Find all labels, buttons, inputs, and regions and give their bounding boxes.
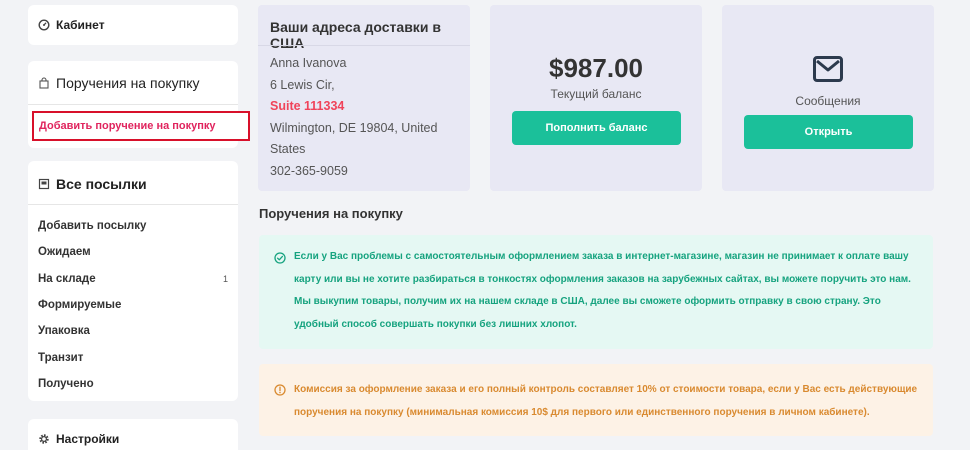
sidebar-item-received[interactable]: Получено (38, 371, 228, 397)
balance-amount: $987.00 (549, 53, 643, 83)
sidebar-item-label: Настройки (56, 432, 120, 446)
sidebar-item-warehouse[interactable]: На складе 1 (38, 266, 228, 292)
sidebar-item-label: Ожидаем (38, 246, 91, 259)
sidebar-item-label: Упаковка (38, 325, 90, 338)
sidebar-item-transit[interactable]: Транзит (38, 344, 228, 370)
info-alert-text: Если у Вас проблемы с самостоятельным оф… (294, 251, 911, 330)
divider (258, 45, 470, 46)
sidebar-section-title: Все посылки (38, 176, 147, 192)
check-circle-icon (274, 252, 286, 264)
address-suite: Suite 111334 (270, 99, 345, 113)
address-lines: Anna Ivanova 6 Lewis Cir, Suite 111334 W… (270, 53, 460, 182)
parcel-status-list: Добавить посылку Ожидаем На складе 1 Форм… (38, 213, 228, 397)
address-phone: 302-365-9059 (270, 163, 348, 178)
sidebar-item-label: На складе (38, 272, 96, 285)
balance-label: Текущий баланс (550, 87, 642, 101)
messages-card: Сообщения Открыть (722, 5, 934, 191)
sidebar-item-settings[interactable]: Настройки (38, 432, 119, 446)
divider (28, 204, 238, 205)
address-city: Wilmington, DE 19804, United States (270, 120, 438, 157)
info-circle-icon (274, 384, 286, 396)
sidebar-card-cabinet[interactable]: Кабинет (28, 5, 238, 45)
sidebar-item-label: Добавить посылку (38, 220, 147, 233)
top-up-balance-button[interactable]: Пополнить баланс (512, 111, 681, 145)
warning-alert: Комиссия за оформление заказа и его полн… (259, 364, 933, 436)
address-card: Ваши адреса доставки в США Anna Ivanova … (258, 5, 470, 191)
address-title: Ваши адреса доставки в США (270, 19, 441, 51)
dashboard-icon (38, 19, 50, 31)
sidebar-item-forming[interactable]: Формируемые (38, 292, 228, 318)
warning-alert-text: Комиссия за оформление заказа и его полн… (294, 384, 918, 418)
envelope-icon (813, 56, 843, 82)
box-icon (38, 178, 50, 190)
address-street: 6 Lewis Cir, (270, 77, 335, 92)
bag-icon (38, 77, 50, 89)
messages-label: Сообщения (795, 94, 861, 108)
open-messages-button[interactable]: Открыть (744, 115, 913, 149)
divider (28, 104, 238, 105)
sidebar-card-settings[interactable]: Настройки (28, 419, 238, 450)
sidebar-section-title: Поручения на покупку (38, 75, 200, 91)
info-alert: Если у Вас проблемы с самостоятельным оф… (259, 235, 933, 349)
gear-icon (38, 433, 50, 445)
add-order-link[interactable]: Добавить поручение на покупку (32, 111, 250, 141)
sidebar-item-add-parcel[interactable]: Добавить посылку (38, 213, 228, 239)
sidebar-section-label: Все посылки (56, 176, 147, 192)
sidebar-card-orders: Поручения на покупку Добавить поручение … (28, 61, 250, 148)
sidebar-item-label: Транзит (38, 351, 84, 364)
sidebar-item-label: Получено (38, 377, 94, 390)
balance-card: $987.00 Текущий баланс Пополнить баланс (490, 5, 702, 191)
sidebar-section-label: Поручения на покупку (56, 75, 200, 91)
sidebar-item-packing[interactable]: Упаковка (38, 318, 228, 344)
address-name: Anna Ivanova (270, 56, 347, 70)
count-badge: 1 (222, 273, 228, 284)
sidebar-item-cabinet[interactable]: Кабинет (38, 18, 105, 32)
sidebar-item-label: Кабинет (56, 18, 105, 32)
sidebar-item-label: Формируемые (38, 299, 122, 312)
sidebar-item-expected[interactable]: Ожидаем (38, 239, 228, 265)
section-title: Поручения на покупку (259, 206, 403, 221)
sidebar-card-parcels: Все посылки Добавить посылку Ожидаем На … (28, 161, 238, 401)
